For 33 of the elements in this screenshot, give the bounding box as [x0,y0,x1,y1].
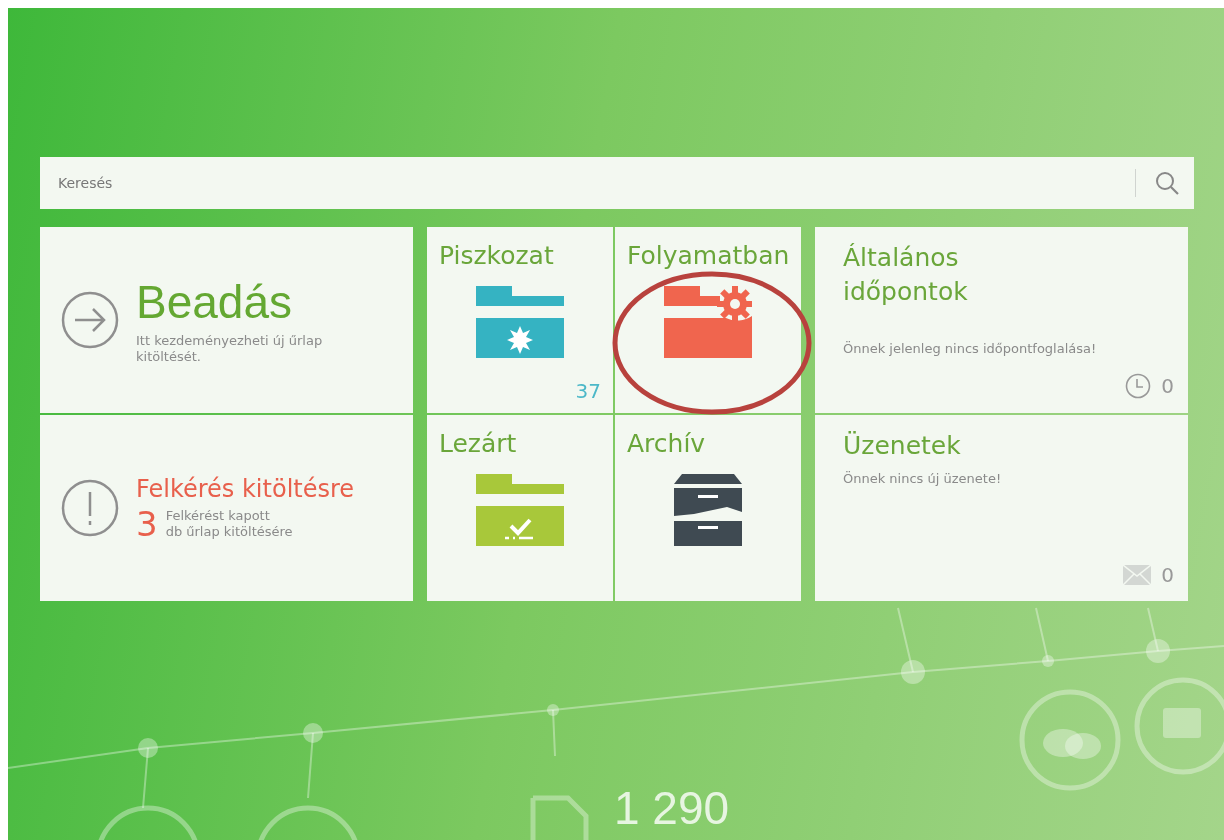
tile-title: Felkérés kitöltésre [136,475,355,503]
search-icon[interactable] [1154,170,1180,196]
messages-tile[interactable]: Üzenetek Önnek nincs új üzenete! 0 [815,415,1188,601]
tile-title: Beadás [136,275,293,329]
tile-message: Önnek nincs új üzenete! [843,471,1003,486]
folder-tile[interactable]: Lezárt [427,415,613,601]
tile-title: Archív [627,429,706,458]
folder-gear-icon [664,286,752,358]
folder-check-icon [476,474,564,546]
tile-description: Itt kezdeményezheti új űrlap kitöltését. [136,333,324,365]
folder-tile[interactable]: Piszkozat 37 [427,227,613,413]
tile-title: Piszkozat [439,241,554,270]
background-counter: 1 290 [614,782,730,834]
folder-tile[interactable]: Folyamatban [615,227,801,413]
filing-cabinet-icon [674,474,742,546]
arrow-circle-icon [60,290,120,350]
folder-tile[interactable]: Archív [615,415,801,601]
clock-icon [1125,373,1152,399]
folder-count: 37 [575,379,601,403]
envelope-icon [1123,565,1152,585]
tile-title: Üzenetek [843,430,962,462]
tile-title: Lezárt [439,429,517,458]
folder-star-icon [476,286,564,358]
exclamation-circle-icon [60,478,120,538]
tile-message: Önnek jelenleg nincs időpontfoglalása! [843,341,1098,356]
submit-tile[interactable]: Beadás Itt kezdeményezheti új űrlap kitöltését. [40,227,413,413]
message-count: 0 [1161,563,1174,587]
appointments-tile[interactable]: Általános időpontok Önnek jelenleg nincs időpontfoglalása! 0 [815,227,1188,413]
tile-title: Általános időpontok [843,242,969,308]
tile-title: Folyamatban [627,241,790,270]
appointment-count: 0 [1161,374,1174,398]
tile-description: Felkérést kapott db űrlap kitöltésére [165,508,293,540]
request-count: 3 [136,507,158,541]
